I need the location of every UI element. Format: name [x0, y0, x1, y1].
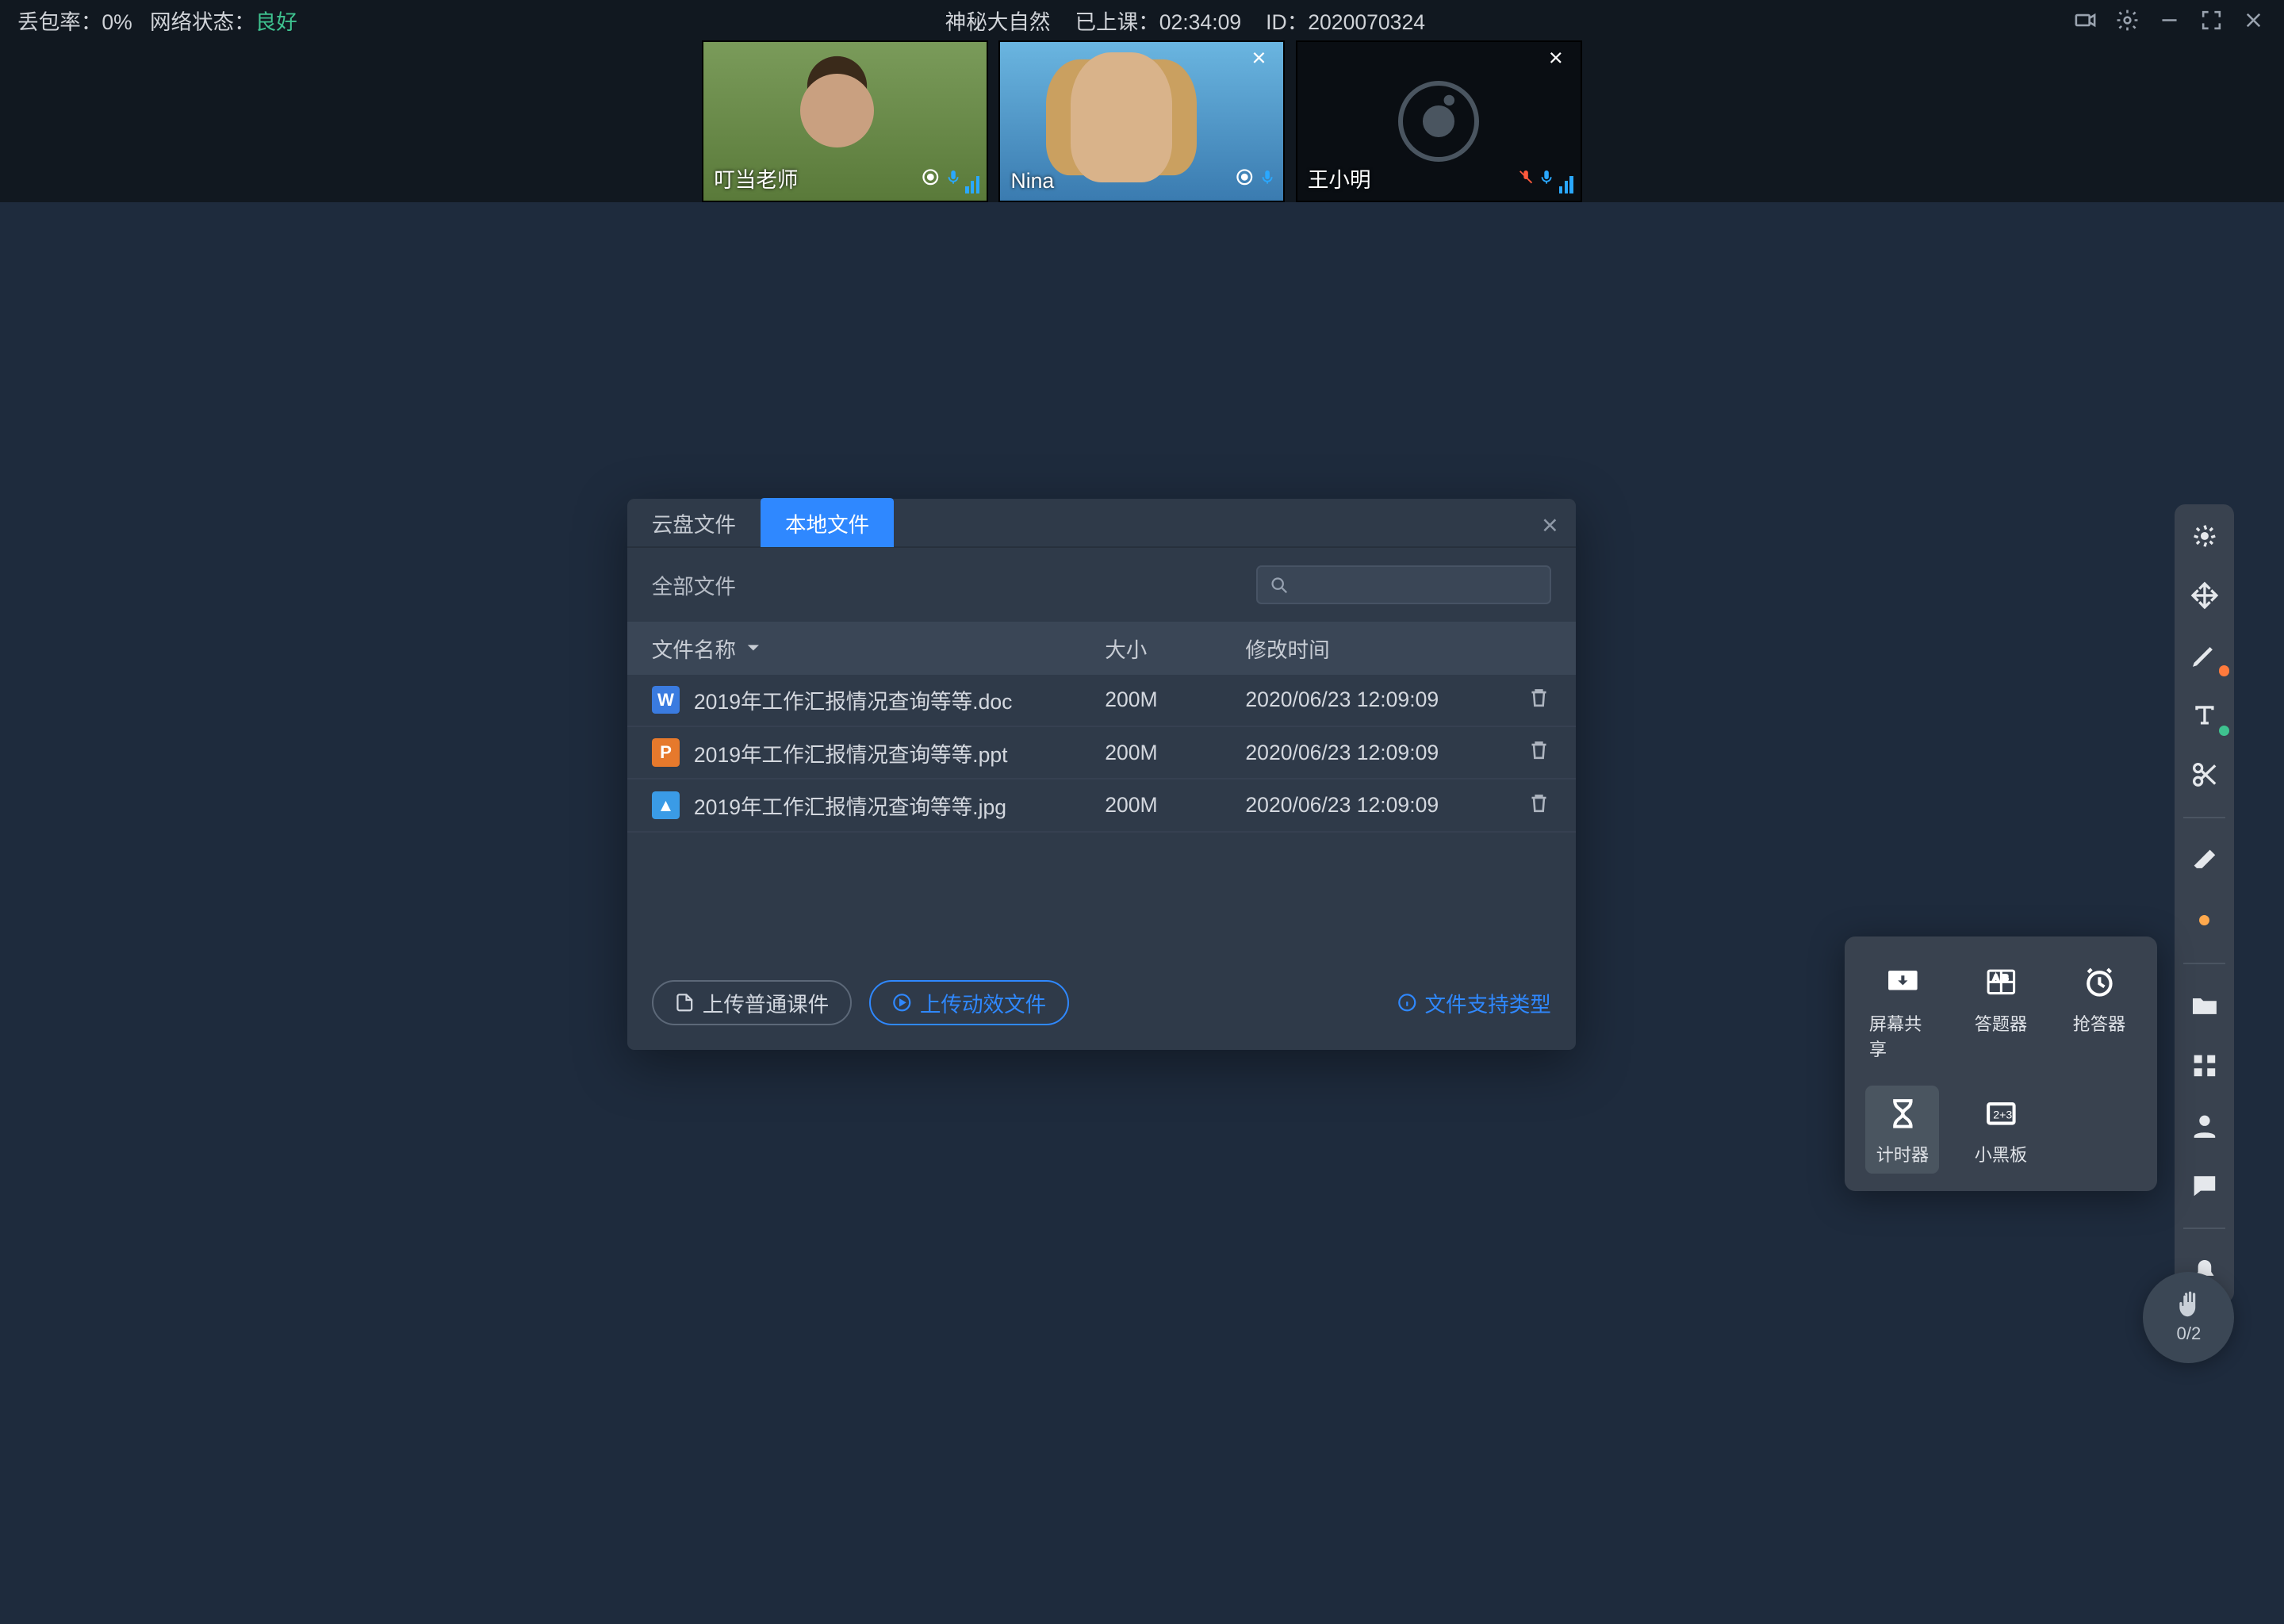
file-mtime: 2020/06/23 12:09:09: [1245, 688, 1516, 712]
top-status-bar: 丢包率：0% 网络状态：良好 神秘大自然 已上课：02:34:09 ID：202…: [0, 0, 2284, 40]
file-size: 200M: [1105, 793, 1245, 818]
table-row[interactable]: W 2019年工作汇报情况查询等等.doc 200M2020/06/23 12:09…: [627, 675, 1576, 727]
class-title: 神秘大自然: [945, 5, 1051, 36]
file-name: 2019年工作汇报情况查询等等.ppt: [694, 737, 1008, 768]
video-tile[interactable]: 叮当老师: [702, 40, 988, 202]
timer-button[interactable]: 计时器: [1865, 1086, 1939, 1174]
mic-icon: [1538, 167, 1555, 193]
file-size: 200M: [1105, 688, 1245, 712]
table-row[interactable]: P 2019年工作汇报情况查询等等.ppt 200M2020/06/23 12:09…: [627, 727, 1576, 779]
chat-tool[interactable]: [2187, 1168, 2222, 1203]
screen-share-button[interactable]: 屏幕共享: [1865, 954, 1939, 1068]
file-icon: [674, 992, 696, 1013]
elapsed-time: 已上课：02:34:09: [1075, 5, 1241, 36]
right-toolbar: [2175, 504, 2234, 1304]
signal-icon: [965, 176, 979, 193]
delete-icon[interactable]: [1516, 737, 1551, 768]
table-header: 文件名称 大小 修改时间: [627, 622, 1576, 674]
people-tool[interactable]: [2187, 1109, 2222, 1143]
network-status: 网络状态：良好: [150, 5, 297, 36]
table-row[interactable]: ▲ 2019年工作汇报情况查询等等.jpg 200M2020/06/23 12:09…: [627, 779, 1576, 832]
supported-types-link[interactable]: 文件支持类型: [1397, 987, 1551, 1018]
all-files-label: 全部文件: [652, 569, 1239, 600]
delete-icon[interactable]: [1516, 685, 1551, 715]
mic-icon: [1259, 167, 1276, 193]
tab-cloud-files[interactable]: 云盘文件: [627, 498, 761, 547]
file-name: 2019年工作汇报情况查询等等.doc: [694, 684, 1013, 715]
file-type-icon: ▲: [652, 791, 680, 819]
search-input[interactable]: [1256, 565, 1551, 604]
eraser-tool[interactable]: [2187, 843, 2222, 878]
col-mtime[interactable]: 修改时间: [1245, 633, 1550, 664]
mic-muted-icon: [1517, 167, 1535, 193]
file-type-icon: W: [652, 686, 680, 714]
col-size[interactable]: 大小: [1105, 633, 1245, 664]
scissors-tool[interactable]: [2187, 757, 2222, 792]
file-name: 2019年工作汇报情况查询等等.jpg: [694, 790, 1006, 821]
file-type-icon: P: [652, 738, 680, 766]
raise-hand-button[interactable]: 0/2: [2143, 1272, 2234, 1363]
pen-tool[interactable]: [2187, 638, 2222, 672]
delete-icon[interactable]: [1516, 791, 1551, 821]
laser-pointer-tool[interactable]: [2187, 518, 2222, 553]
mini-board-button[interactable]: 2+3 小黑板: [1964, 1086, 2037, 1174]
tools-popover: 屏幕共享 AB 答题器 抢答器 计时器 2+3 小黑板: [1845, 936, 2157, 1192]
participant-name: Nina: [1011, 169, 1055, 193]
camera-icon: [920, 167, 941, 193]
video-tile[interactable]: × 王小明: [1296, 40, 1582, 202]
minimize-icon[interactable]: [2157, 8, 2182, 33]
search-icon: [1268, 574, 1290, 596]
close-icon[interactable]: [2241, 8, 2266, 33]
hand-count: 0/2: [2177, 1323, 2202, 1344]
folder-tool[interactable]: [2187, 989, 2222, 1024]
packet-loss: 丢包率：0%: [17, 5, 132, 36]
dialog-close-icon[interactable]: ×: [1542, 509, 1558, 542]
session-id: ID：2020070324: [1266, 5, 1425, 36]
file-dialog: 云盘文件 本地文件 × 全部文件 文件名称 大小 修改时间 W 2019年工作汇报…: [627, 499, 1576, 1050]
apps-tool[interactable]: [2187, 1048, 2222, 1083]
upload-normal-button[interactable]: 上传普通课件: [652, 980, 852, 1026]
file-size: 200M: [1105, 741, 1245, 765]
video-strip: 叮当老师 × Nina × 王小明: [0, 40, 2284, 202]
file-mtime: 2020/06/23 12:09:09: [1245, 741, 1516, 765]
info-icon: [1397, 992, 1418, 1013]
text-tool[interactable]: [2187, 697, 2222, 732]
hand-icon: [2173, 1290, 2205, 1322]
svg-text:2+3: 2+3: [1993, 1109, 2012, 1121]
fullscreen-icon[interactable]: [2199, 8, 2224, 33]
col-filename[interactable]: 文件名称: [652, 633, 1105, 664]
move-tool[interactable]: [2187, 578, 2222, 613]
signal-icon: [1559, 176, 1573, 193]
buzzer-button[interactable]: 抢答器: [2062, 954, 2136, 1068]
play-circle-icon: [891, 992, 913, 1013]
sort-icon: [746, 641, 761, 655]
file-mtime: 2020/06/23 12:09:09: [1245, 793, 1516, 818]
video-tile[interactable]: × Nina: [998, 40, 1285, 202]
camera-switch-icon[interactable]: [2073, 8, 2098, 33]
tile-close-icon[interactable]: ×: [1251, 45, 1276, 70]
quiz-button[interactable]: AB 答题器: [1964, 954, 2037, 1068]
color-tool[interactable]: [2187, 902, 2222, 937]
tab-local-files[interactable]: 本地文件: [761, 498, 894, 547]
participant-name: 王小明: [1308, 163, 1371, 193]
mic-icon: [945, 167, 962, 193]
participant-name: 叮当老师: [714, 163, 798, 193]
camera-icon: [1234, 167, 1255, 193]
gear-icon[interactable]: [2115, 8, 2140, 33]
upload-animated-button[interactable]: 上传动效文件: [869, 980, 1069, 1026]
